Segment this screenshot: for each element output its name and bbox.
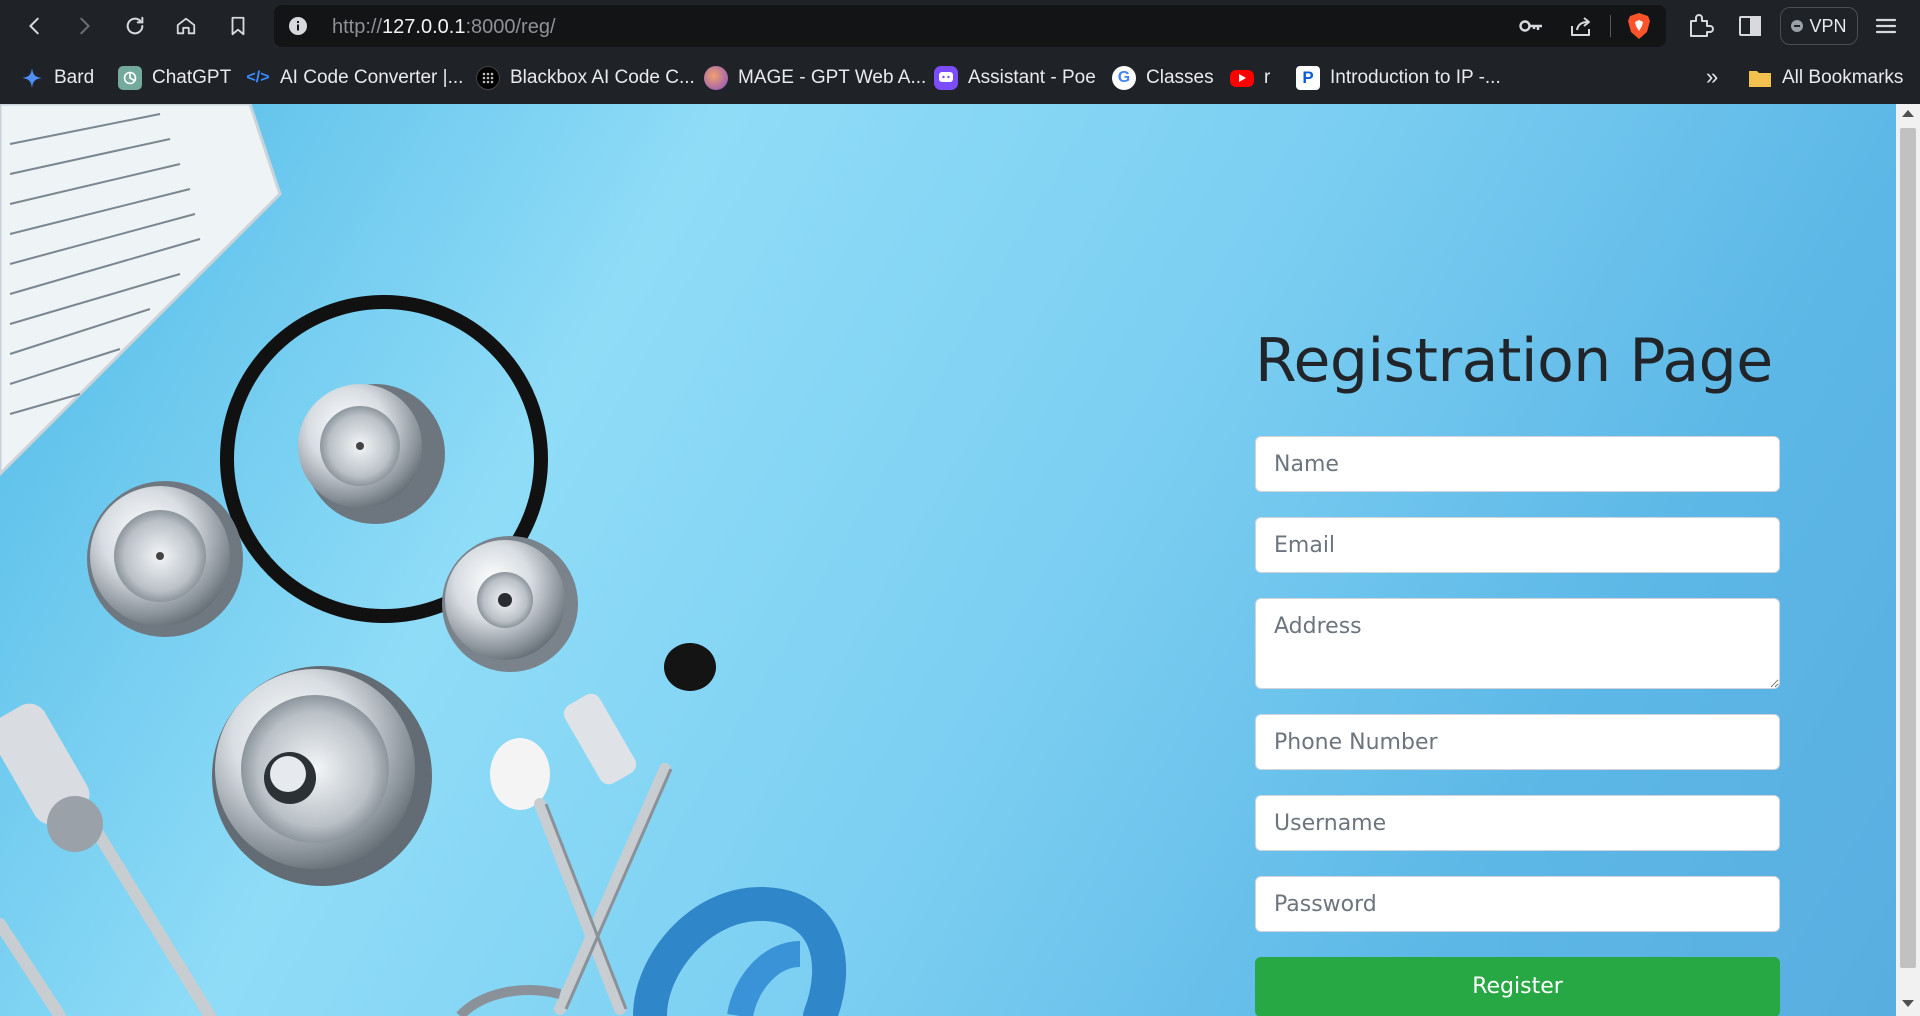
reload-icon [126,16,144,35]
bookmark-label: Introduction to IP -... [1330,67,1501,88]
password-input[interactable] [1255,876,1780,932]
google-icon: G [1112,66,1136,90]
url-path: :8000/reg/ [465,16,556,38]
folder-icon [1748,66,1772,90]
stethoscope-background-image [0,104,847,1016]
register-button[interactable]: Register [1255,957,1780,1016]
pearson-icon: P [1296,66,1320,90]
bookmark-label: MAGE - GPT Web A... [738,67,927,88]
page-title: Registration Page [1255,326,1773,396]
username-input[interactable] [1255,795,1780,851]
bard-icon [20,66,44,90]
chatgpt-icon [118,66,142,90]
reload-button[interactable] [119,10,151,42]
bookmark-label: Assistant - Poe [968,67,1096,88]
bookmark-ai-code-converter[interactable]: </> AI Code Converter |... [246,64,463,92]
bookmark-button[interactable] [222,10,254,42]
scroll-down-arrow-icon[interactable] [1902,1000,1914,1007]
name-input[interactable] [1255,436,1780,492]
address-textarea[interactable] [1255,598,1780,689]
forward-arrow-icon [80,17,91,35]
bookmark-label: All Bookmarks [1782,67,1904,88]
bookmarks-overflow-button[interactable]: » [1706,64,1718,90]
url-separator [1610,15,1611,37]
address-bar[interactable]: http://127.0.0.1:8000/reg/ [274,5,1666,47]
code-icon: </> [246,69,270,86]
phone-input[interactable] [1255,714,1780,770]
bookmark-poe[interactable]: Assistant - Poe [934,64,1096,92]
mage-icon [704,66,728,90]
key-icon[interactable] [1518,14,1544,38]
vpn-label: VPN [1809,15,1847,36]
bookmark-label: ChatGPT [152,67,232,88]
bookmark-youtube[interactable]: r [1230,64,1270,92]
sidebar-toggle-icon[interactable] [1736,12,1764,40]
menu-icon[interactable] [1872,12,1900,40]
bookmark-blackbox[interactable]: Blackbox AI Code C... [476,64,695,92]
home-button[interactable] [170,10,202,42]
bookmark-introduction-to-ip[interactable]: P Introduction to IP -... [1296,64,1501,92]
youtube-icon [1230,69,1254,87]
bookmark-label: r [1264,67,1271,88]
poe-icon [934,66,958,90]
blackbox-icon [476,66,500,90]
site-info-icon[interactable] [288,16,308,36]
bookmark-chatgpt[interactable]: ChatGPT [118,64,231,92]
bookmark-classes[interactable]: G Classes [1112,64,1214,92]
bookmark-label: Classes [1146,67,1214,88]
vpn-status-icon [1791,20,1804,32]
extensions-icon[interactable] [1686,12,1714,40]
bookmark-label: AI Code Converter |... [280,67,464,88]
back-arrow-icon [28,17,39,35]
email-input[interactable] [1255,517,1780,573]
url-scheme: http:// [332,16,383,38]
bookmarks-bar: Bard ChatGPT </> AI Code Converter |... … [0,52,1920,104]
bookmark-mage[interactable]: MAGE - GPT Web A... [704,64,926,92]
page-viewport: Registration Page Register [0,104,1896,1016]
bookmark-label: Bard [54,67,95,88]
all-bookmarks-button[interactable]: All Bookmarks [1748,64,1903,92]
scroll-up-arrow-icon[interactable] [1902,110,1914,117]
url-host: 127.0.0.1 [382,16,466,38]
share-icon[interactable] [1568,14,1594,38]
bookmark-bard[interactable]: Bard [20,64,94,92]
scrollbar-thumb[interactable] [1900,128,1916,968]
home-icon [176,17,196,35]
vpn-button[interactable]: VPN [1780,7,1858,45]
bookmark-icon [231,16,245,36]
url-text[interactable]: http://127.0.0.1:8000/reg/ [332,16,556,39]
bookmark-label: Blackbox AI Code C... [510,67,695,88]
page-scrollbar[interactable] [1896,104,1920,1016]
browser-toolbar: http://127.0.0.1:8000/reg/ VPN [0,0,1920,52]
back-button[interactable] [19,10,51,42]
forward-button[interactable] [68,10,100,42]
brave-shields-icon[interactable] [1626,12,1652,40]
